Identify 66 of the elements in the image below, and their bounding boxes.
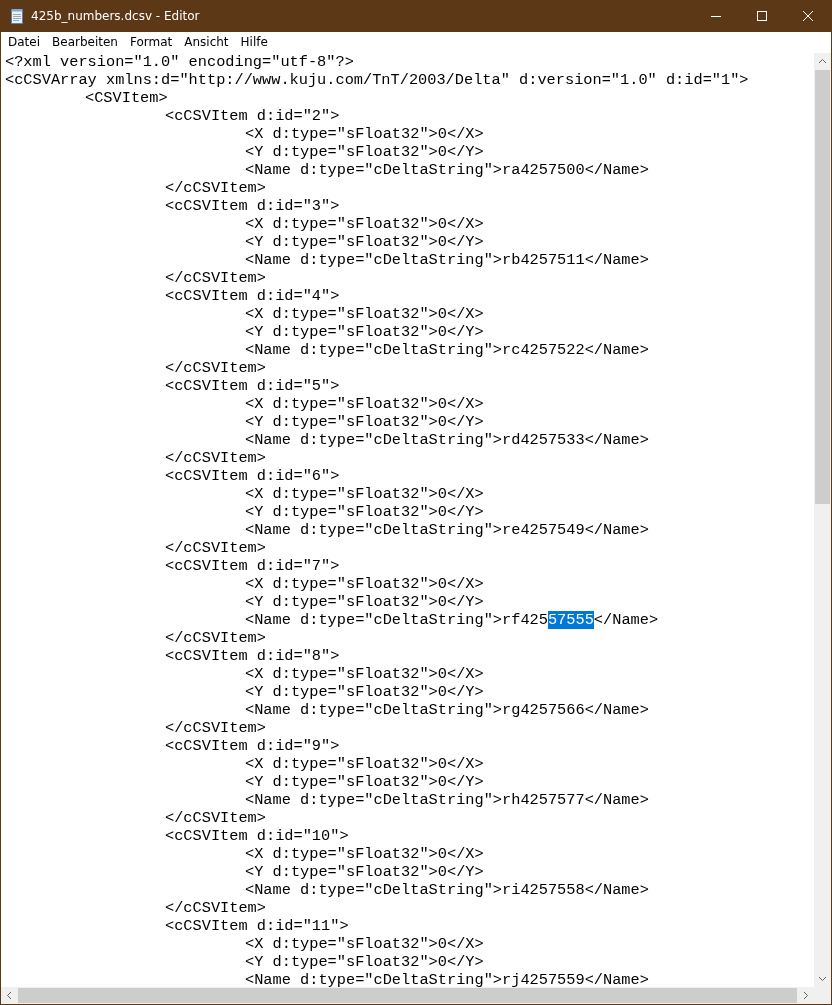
code-text: <Y d:type="sFloat32">0</Y> bbox=[244, 863, 484, 881]
code-text: <Y d:type="sFloat32">0</Y> bbox=[244, 593, 484, 611]
code-text: </cCSVItem> bbox=[164, 809, 266, 827]
code-text: <cCSVItem d:id="9"> bbox=[164, 737, 340, 755]
code-text: <X d:type="sFloat32">0</X> bbox=[244, 305, 484, 323]
code-text: <X d:type="sFloat32">0</X> bbox=[244, 935, 484, 953]
code-text: <Y d:type="sFloat32">0</Y> bbox=[244, 683, 484, 701]
code-text: <Name d:type="cDeltaString">rg4257566</Name> bbox=[244, 701, 649, 719]
code-text: <cCSVArray xmlns:d="http://www.kuju.com/TnT/2003/Delta" d:version="1.0" d:id="1"> bbox=[5, 71, 749, 89]
notepad-icon bbox=[9, 8, 25, 24]
code-text: <Name d:type="cDeltaString">ri4257558</Name> bbox=[244, 881, 649, 899]
code-text: <Y d:type="sFloat32">0</Y> bbox=[244, 503, 484, 521]
code-text: <X d:type="sFloat32">0</X> bbox=[244, 575, 484, 593]
code-text: <cCSVItem d:id="3"> bbox=[164, 197, 340, 215]
code-text: <cCSVItem d:id="7"> bbox=[164, 557, 340, 575]
selected-text: 57555 bbox=[547, 611, 594, 629]
window-title: 425b_numbers.dcsv - Editor bbox=[31, 9, 201, 23]
code-text: <X d:type="sFloat32">0</X> bbox=[244, 215, 484, 233]
code-text: <Name d:type="cDeltaString">rh4257577</Name> bbox=[244, 791, 649, 809]
code-text: <Name d:type="cDeltaString">ra4257500</Name> bbox=[244, 161, 649, 179]
code-text: <Name d:type="cDeltaString">rc4257522</Name> bbox=[244, 341, 649, 359]
code-text: <X d:type="sFloat32">0</X> bbox=[244, 665, 484, 683]
code-text: </cCSVItem> bbox=[164, 359, 266, 377]
code-text: </Name> bbox=[593, 611, 659, 629]
code-text: </cCSVItem> bbox=[164, 539, 266, 557]
code-text: <X d:type="sFloat32">0</X> bbox=[244, 125, 484, 143]
vertical-scrollbar[interactable] bbox=[814, 53, 831, 987]
code-text: </cCSVItem> bbox=[164, 269, 266, 287]
code-text: <Name d:type="cDeltaString">rf425 bbox=[244, 611, 548, 629]
code-text: <Name d:type="cDeltaString">rb4257511</Name> bbox=[244, 251, 649, 269]
code-text: </cCSVItem> bbox=[164, 449, 266, 467]
code-text: <Y d:type="sFloat32">0</Y> bbox=[244, 233, 484, 251]
code-text: <cCSVItem d:id="4"> bbox=[164, 287, 340, 305]
code-text: <X d:type="sFloat32">0</X> bbox=[244, 395, 484, 413]
code-text: <X d:type="sFloat32">0</X> bbox=[244, 485, 484, 503]
code-text: </cCSVItem> bbox=[164, 629, 266, 647]
code-text: <Y d:type="sFloat32">0</Y> bbox=[244, 773, 484, 791]
code-text: <cCSVItem d:id="10"> bbox=[164, 827, 349, 845]
code-text: <?xml version="1.0" encoding="utf-8"?> bbox=[5, 53, 354, 71]
code-text: <Name d:type="cDeltaString">rj4257559</Name> bbox=[244, 971, 649, 987]
scroll-thumb[interactable] bbox=[815, 70, 830, 504]
code-text: <X d:type="sFloat32">0</X> bbox=[244, 845, 484, 863]
code-text: <cCSVItem d:id="5"> bbox=[164, 377, 340, 395]
code-text: <Name d:type="cDeltaString">rd4257533</Name> bbox=[244, 431, 649, 449]
code-text: <cCSVItem d:id="2"> bbox=[164, 107, 340, 125]
menu-item[interactable]: Bearbeiten bbox=[46, 33, 124, 52]
scroll-thumb[interactable] bbox=[18, 988, 797, 1003]
code-text: <X d:type="sFloat32">0</X> bbox=[244, 755, 484, 773]
code-text: </cCSVItem> bbox=[164, 899, 266, 917]
code-text: <Y d:type="sFloat32">0</Y> bbox=[244, 953, 484, 971]
code-text: <Y d:type="sFloat32">0</Y> bbox=[244, 413, 484, 431]
close-icon bbox=[803, 11, 813, 21]
menu-item[interactable]: Datei bbox=[2, 33, 46, 52]
menu-item[interactable]: Hilfe bbox=[234, 33, 274, 52]
maximize-icon bbox=[757, 11, 767, 21]
code-text: <cCSVItem d:id="6"> bbox=[164, 467, 340, 485]
code-text: <CSVItem> bbox=[84, 89, 168, 107]
code-text: <cCSVItem d:id="8"> bbox=[164, 647, 340, 665]
code-text: <Y d:type="sFloat32">0</Y> bbox=[244, 143, 484, 161]
code-text: </cCSVItem> bbox=[164, 719, 266, 737]
menu-item[interactable]: Format bbox=[123, 33, 179, 52]
code-text: <Y d:type="sFloat32">0</Y> bbox=[244, 323, 484, 341]
code-text: <cCSVItem d:id="11"> bbox=[164, 917, 349, 935]
code-text: <Name d:type="cDeltaString">re4257549</Name> bbox=[244, 521, 649, 539]
code-text: </cCSVItem> bbox=[164, 179, 266, 197]
menu-item[interactable]: Ansicht bbox=[178, 33, 235, 52]
